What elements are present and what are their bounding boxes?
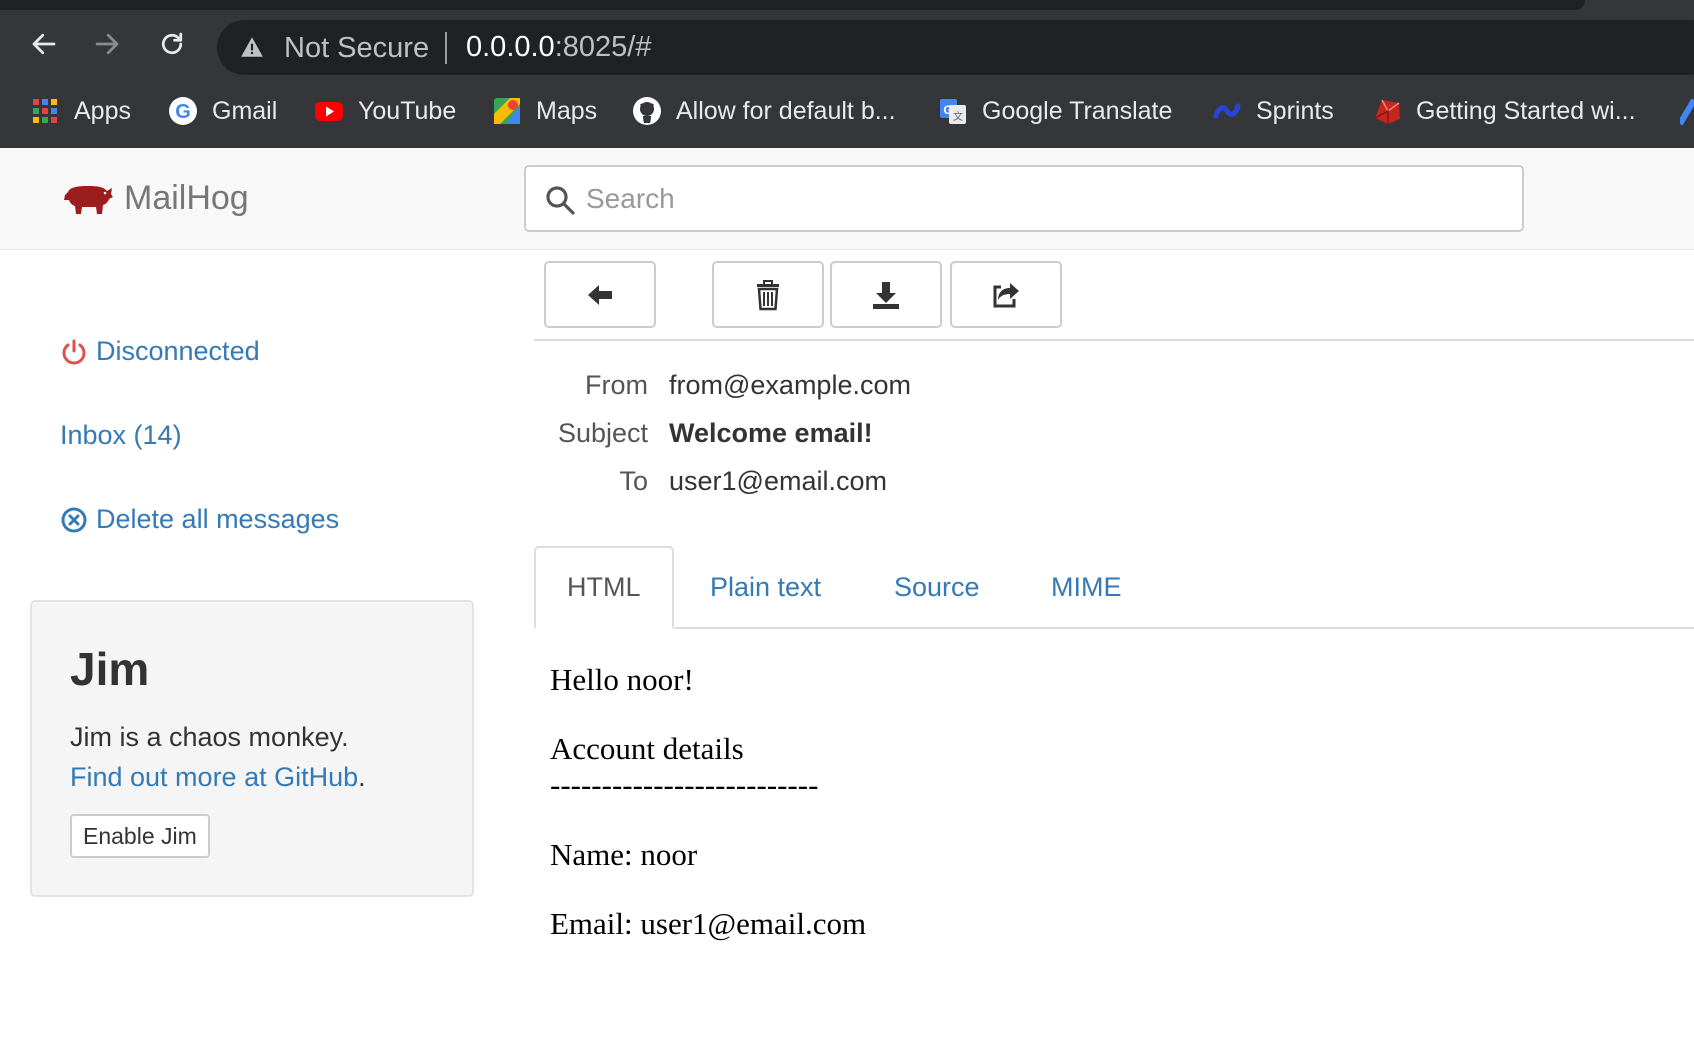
toolbar-divider	[534, 339, 1694, 341]
svg-text:文: 文	[953, 110, 963, 123]
search-icon	[544, 184, 576, 216]
bookmark-label: Sprints	[1256, 96, 1334, 125]
address-bar[interactable]: Not Secure 0.0.0.0:8025/#	[217, 20, 1694, 75]
bookmark-overflow-partial[interactable]	[1680, 88, 1694, 134]
url-path: :8025/#	[554, 31, 652, 63]
translate-icon: G文	[938, 96, 968, 126]
security-label[interactable]: Not Secure	[284, 32, 429, 65]
body-email-line: Email: user1@email.com	[550, 906, 867, 941]
bookmark-youtube[interactable]: YouTube	[314, 88, 456, 134]
bookmark-partial-icon	[1680, 96, 1694, 126]
body-name-line: Name: noor	[550, 837, 698, 872]
jim-panel: Jim Jim is a chaos monkey. Find out more…	[30, 600, 474, 897]
bookmark-label: Maps	[536, 96, 598, 125]
bookmark-apps[interactable]: Apps	[30, 88, 131, 134]
reload-icon[interactable]	[152, 24, 192, 64]
enable-jim-button[interactable]: Enable Jim	[70, 814, 210, 858]
warning-icon	[239, 34, 265, 60]
subject-value: Welcome email!	[669, 418, 873, 448]
from-label: From	[585, 370, 648, 400]
trash-icon	[757, 279, 779, 310]
download-icon	[873, 281, 899, 309]
bookmark-label: Apps	[74, 96, 131, 125]
bookmark-sprints[interactable]: Sprints	[1212, 88, 1334, 134]
from-value: from@example.com	[669, 370, 911, 400]
tab-mime[interactable]: MIME	[1020, 546, 1153, 629]
brand-name: MailHog	[124, 178, 249, 217]
search-box[interactable]	[524, 165, 1524, 232]
share-icon	[993, 282, 1019, 307]
connection-status-link[interactable]: Disconnected	[60, 336, 260, 367]
tab-strip	[0, 0, 1585, 10]
maps-icon	[492, 96, 522, 126]
download-message-button[interactable]	[830, 261, 942, 328]
svg-text:G: G	[175, 101, 191, 123]
tab-source[interactable]: Source	[863, 546, 1011, 629]
arrow-left-icon	[588, 284, 612, 305]
inbox-link[interactable]: Inbox (14)	[60, 420, 182, 451]
body-rule: --------------------------	[550, 767, 819, 802]
github-icon	[632, 96, 662, 126]
to-label: To	[619, 466, 648, 496]
subject-label: Subject	[557, 418, 648, 448]
jim-description: Jim is a chaos monkey. Find out more at …	[70, 717, 366, 797]
bookmark-gmail[interactable]: G Gmail	[168, 88, 277, 134]
ruby-icon	[1372, 96, 1402, 126]
bookmark-label: YouTube	[358, 96, 457, 125]
jim-github-link[interactable]: Find out more at GitHub	[70, 762, 358, 792]
pig-icon	[64, 186, 113, 214]
to-value: user1@email.com	[669, 466, 887, 496]
bookmark-google-translate[interactable]: G文 Google Translate	[938, 88, 1172, 134]
tab-html[interactable]: HTML	[534, 546, 674, 629]
browser-chrome: Not Secure 0.0.0.0:8025/# Apps G Gmail Y…	[0, 0, 1694, 148]
inbox-label: Inbox (14)	[60, 420, 182, 450]
sprints-icon	[1212, 96, 1242, 126]
bookmark-github[interactable]: Allow for default b...	[632, 88, 896, 134]
mailhog-logo[interactable]: MailHog	[62, 178, 249, 218]
back-icon[interactable]	[24, 24, 64, 64]
url-host: 0.0.0.0	[466, 31, 555, 63]
remove-circle-icon	[60, 506, 88, 534]
bookmarks-bar: Apps G Gmail YouTube Maps Allow for defa…	[0, 88, 1694, 134]
omnibox-separator	[445, 32, 447, 64]
search-input[interactable]	[586, 177, 1486, 221]
bookmark-label: Getting Started wi...	[1416, 96, 1636, 125]
jim-link-suffix: .	[358, 762, 366, 792]
delete-all-label: Delete all messages	[96, 504, 340, 534]
bookmark-label: Google Translate	[982, 96, 1173, 125]
connection-status-label: Disconnected	[96, 336, 260, 366]
body-heading: Account details	[550, 731, 744, 766]
forward-icon[interactable]	[87, 24, 127, 64]
bookmark-maps[interactable]: Maps	[492, 88, 597, 134]
bookmark-label: Allow for default b...	[676, 96, 896, 125]
body-greeting: Hello noor!	[550, 662, 694, 697]
jim-title: Jim	[70, 643, 150, 695]
release-message-button[interactable]	[950, 261, 1062, 328]
svg-text:G: G	[943, 103, 952, 117]
bookmark-label: Gmail	[212, 96, 278, 125]
power-icon	[60, 338, 88, 366]
url-text[interactable]: 0.0.0.0:8025/#	[466, 31, 651, 64]
delete-message-button[interactable]	[712, 261, 824, 328]
jim-description-text: Jim is a chaos monkey.	[70, 722, 349, 752]
delete-all-link[interactable]: Delete all messages	[60, 504, 339, 535]
back-to-inbox-button[interactable]	[544, 261, 656, 328]
google-icon: G	[168, 96, 198, 126]
apps-grid-icon	[30, 96, 60, 126]
bookmark-getting-started[interactable]: Getting Started wi...	[1372, 88, 1636, 134]
tab-plain-text[interactable]: Plain text	[679, 546, 852, 629]
app-header: MailHog	[0, 148, 1694, 250]
youtube-icon	[314, 96, 344, 126]
